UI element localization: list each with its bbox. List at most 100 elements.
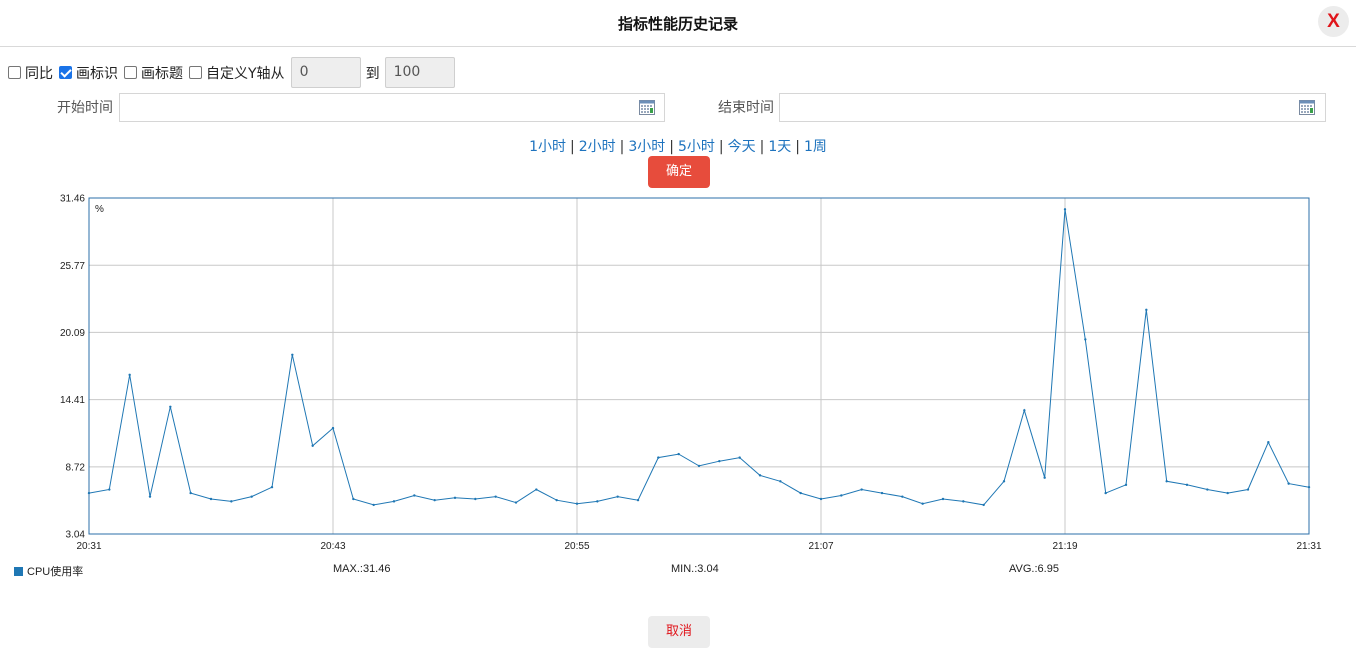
data-point bbox=[738, 456, 741, 459]
data-point bbox=[128, 373, 131, 377]
range-link-3[interactable]: 5小时 bbox=[678, 139, 715, 155]
data-point bbox=[87, 491, 91, 495]
range-separator: | bbox=[619, 139, 625, 155]
data-point bbox=[331, 426, 335, 430]
yoy-option[interactable]: 同比 bbox=[8, 63, 53, 83]
data-point bbox=[1165, 480, 1168, 483]
y-tick-label: 20.09 bbox=[60, 328, 85, 339]
x-tick-label: 20:55 bbox=[564, 541, 589, 552]
data-point bbox=[1063, 208, 1067, 211]
range-link-2[interactable]: 3小时 bbox=[628, 139, 665, 155]
x-tick-label: 21:19 bbox=[1052, 541, 1077, 552]
data-point bbox=[1124, 483, 1128, 487]
data-point bbox=[352, 497, 355, 501]
y-tick-label: 8.72 bbox=[66, 462, 86, 473]
data-point bbox=[148, 495, 152, 498]
data-point bbox=[453, 496, 457, 500]
data-point bbox=[189, 491, 192, 495]
data-point bbox=[718, 459, 721, 463]
data-point bbox=[575, 502, 579, 505]
data-point bbox=[657, 456, 660, 459]
legend-label: CPU使用率 bbox=[27, 566, 84, 578]
data-point bbox=[1002, 480, 1006, 483]
data-point bbox=[1104, 491, 1107, 495]
yoy-checkbox[interactable] bbox=[8, 66, 21, 79]
cancel-button[interactable]: 取消 bbox=[648, 616, 710, 648]
data-point bbox=[209, 497, 213, 501]
y-to-input[interactable]: 100 bbox=[384, 57, 455, 88]
data-point bbox=[250, 495, 253, 498]
x-tick-label: 21:07 bbox=[808, 541, 833, 552]
x-tick-label: 20:43 bbox=[320, 541, 345, 552]
stat-max: MAX.:31.46 bbox=[333, 563, 391, 575]
draw-title-label: 画标题 bbox=[141, 65, 183, 82]
y-tick-label: 31.46 bbox=[60, 194, 85, 205]
y-tick-label: 3.04 bbox=[66, 530, 86, 541]
data-point bbox=[535, 488, 538, 491]
data-point bbox=[1226, 491, 1229, 495]
legend-item-cpu: CPU使用率 bbox=[14, 563, 83, 579]
data-point bbox=[494, 495, 497, 498]
custom-y-option[interactable]: 自定义Y轴从 bbox=[189, 63, 285, 83]
options-row: 同比 画标识 画标题 自定义Y轴从 0 到 100 bbox=[8, 57, 455, 88]
range-link-0[interactable]: 1小时 bbox=[529, 139, 566, 155]
data-point bbox=[169, 405, 172, 408]
draw-marks-option[interactable]: 画标识 bbox=[59, 63, 118, 83]
x-tick-label: 20:31 bbox=[76, 541, 101, 552]
time-range-links: 1小时 | 2小时 | 3小时 | 5小时 | 今天 | 1天 | 1周 bbox=[0, 136, 1356, 156]
data-point bbox=[230, 500, 233, 503]
data-point bbox=[880, 491, 884, 495]
range-separator: | bbox=[718, 139, 724, 155]
end-time-input[interactable] bbox=[779, 93, 1326, 122]
draw-marks-label: 画标识 bbox=[76, 65, 118, 82]
data-point bbox=[596, 500, 599, 503]
data-point bbox=[982, 503, 985, 507]
data-point bbox=[311, 444, 314, 448]
data-point bbox=[1206, 488, 1209, 491]
range-link-5[interactable]: 1天 bbox=[768, 139, 791, 155]
cpu-usage-chart: 3.04 8.72 14.41 20.09 25.77 31.46 20:31 20:43 20… bbox=[60, 194, 1322, 553]
range-link-4[interactable]: 今天 bbox=[728, 139, 756, 155]
yoy-label: 同比 bbox=[25, 65, 53, 82]
data-point bbox=[616, 495, 619, 498]
data-point bbox=[555, 498, 558, 502]
stat-min: MIN.:3.04 bbox=[671, 563, 719, 575]
dialog-header: 指标性能历史记录 X bbox=[0, 0, 1356, 47]
data-point bbox=[1185, 483, 1189, 487]
data-point bbox=[1246, 488, 1250, 491]
range-link-6[interactable]: 1周 bbox=[804, 139, 827, 155]
data-point bbox=[799, 491, 802, 495]
data-point bbox=[1043, 476, 1046, 479]
confirm-button[interactable]: 确定 bbox=[648, 156, 710, 188]
range-separator: | bbox=[795, 139, 800, 155]
data-point bbox=[636, 498, 640, 502]
calendar-icon[interactable] bbox=[1299, 100, 1315, 115]
data-point bbox=[392, 500, 396, 503]
custom-y-checkbox[interactable] bbox=[189, 66, 202, 79]
data-point bbox=[1084, 338, 1087, 341]
draw-title-checkbox[interactable] bbox=[124, 66, 137, 79]
performance-history-dialog: 指标性能历史记录 X 同比 画标识 画标题 自定义Y轴从 0 到 100 开始时… bbox=[0, 0, 1356, 653]
custom-y-label: 自定义Y轴从 bbox=[206, 65, 285, 82]
data-point bbox=[697, 464, 701, 468]
range-link-1[interactable]: 2小时 bbox=[579, 139, 616, 155]
data-point bbox=[1267, 441, 1270, 444]
data-point bbox=[372, 503, 375, 507]
close-button[interactable]: X bbox=[1318, 6, 1349, 37]
data-point bbox=[901, 495, 904, 498]
data-point bbox=[270, 485, 274, 489]
data-point bbox=[291, 353, 294, 356]
to-label: 到 bbox=[365, 65, 380, 82]
draw-title-option[interactable]: 画标题 bbox=[124, 63, 183, 83]
calendar-icon[interactable] bbox=[639, 100, 655, 115]
data-point bbox=[941, 497, 945, 501]
data-point bbox=[779, 480, 782, 483]
draw-marks-checkbox[interactable] bbox=[59, 66, 72, 79]
y-from-input[interactable]: 0 bbox=[290, 57, 361, 88]
unit-label: % bbox=[95, 204, 104, 215]
data-point bbox=[962, 500, 965, 503]
data-point bbox=[1307, 485, 1311, 489]
data-point bbox=[677, 452, 680, 456]
data-point bbox=[921, 502, 924, 505]
start-time-input[interactable] bbox=[119, 93, 665, 122]
